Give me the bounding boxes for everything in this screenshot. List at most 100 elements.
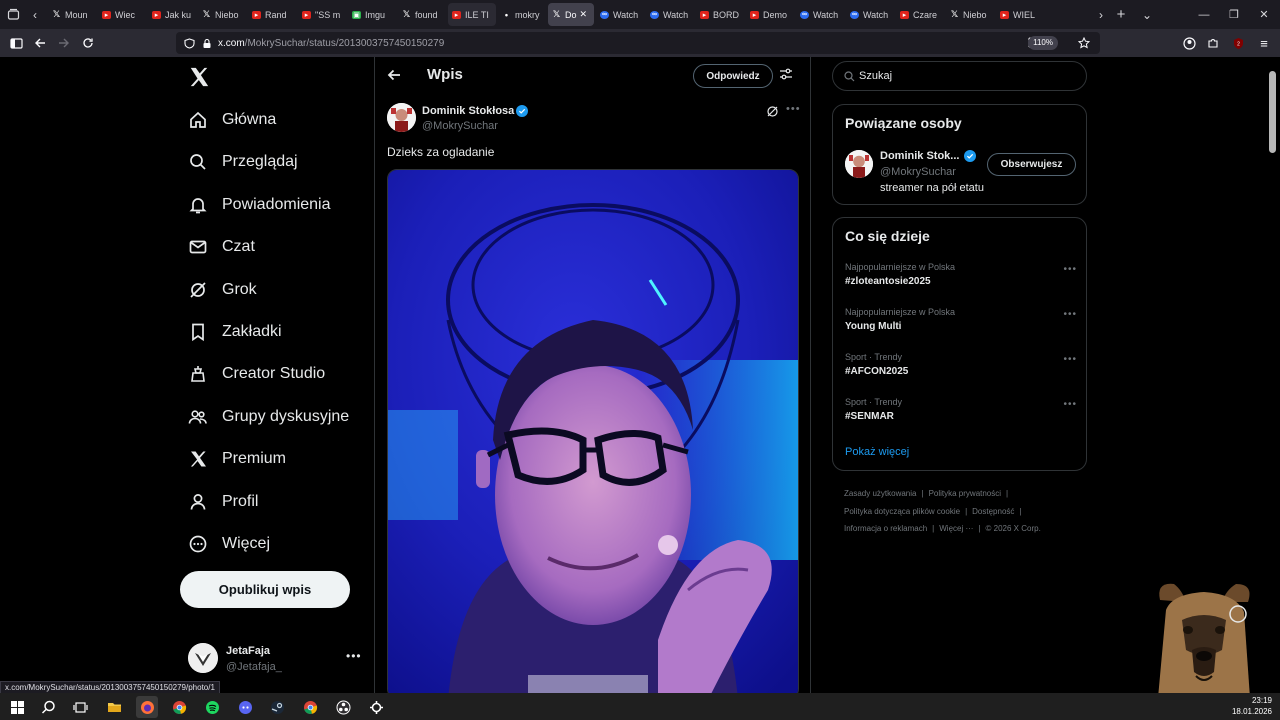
ublock-icon[interactable]: 2	[1226, 29, 1250, 57]
more-icon[interactable]: •••	[786, 103, 801, 115]
following-button[interactable]: Obserwujesz	[987, 153, 1076, 176]
search-input[interactable]: Szukaj	[832, 61, 1087, 91]
sidebar-toggle-icon[interactable]	[4, 29, 28, 57]
footer-link[interactable]: Więcej ···	[939, 524, 973, 533]
lock-icon[interactable]	[202, 38, 212, 49]
back-arrow-icon[interactable]	[385, 66, 403, 84]
footer-link[interactable]: Informacja o reklamach	[844, 524, 927, 533]
author-name[interactable]: Dominik Stokłosa	[422, 105, 514, 117]
scrollbar[interactable]	[1269, 71, 1276, 153]
extensions-icon[interactable]	[1201, 29, 1225, 57]
account-icon[interactable]	[1177, 29, 1201, 57]
browser-tab[interactable]: ∞ Watch	[846, 3, 894, 26]
browser-tab[interactable]: ▣ Imgu	[348, 3, 396, 26]
chevron-down-icon[interactable]: ⌄	[1134, 0, 1160, 29]
trend-item[interactable]: Najpopularniejsze w Polska #zloteantosie2…	[845, 262, 1077, 298]
steam-icon[interactable]	[266, 696, 288, 718]
more-icon[interactable]: •••	[1063, 264, 1077, 275]
nav-item-x-logo[interactable]: Premium	[188, 444, 286, 474]
scroll-tabs-left-icon[interactable]: ‹	[26, 0, 44, 29]
obs-icon[interactable]	[332, 696, 354, 718]
browser-tab[interactable]: 𝕏 Niebo	[198, 3, 246, 26]
footer-link[interactable]: Polityka prywatności	[929, 489, 1001, 498]
browser-tab[interactable]: ▸ BORD	[696, 3, 744, 26]
browser-tab[interactable]: 𝕏 Moun	[48, 3, 96, 26]
task-view-icon[interactable]	[69, 696, 91, 718]
account-switcher[interactable]: JetaFaja @Jetafaja_ •••	[188, 643, 368, 679]
author-handle[interactable]: @MokrySuchar	[422, 120, 498, 132]
browser-tab[interactable]: ▸ WIEL	[996, 3, 1044, 26]
reply-button[interactable]: Odpowiedz	[693, 64, 773, 88]
browser-tab[interactable]: ∞ Watch	[596, 3, 644, 26]
chrome-icon[interactable]	[299, 696, 321, 718]
show-more-link[interactable]: Pokaż więcej	[845, 446, 909, 458]
trend-item[interactable]: Sport · Trendy #AFCON2025 •••	[845, 352, 1077, 388]
restore-icon[interactable]: ❐	[1218, 0, 1250, 29]
close-window-icon[interactable]: ✕	[1248, 0, 1280, 29]
search-icon[interactable]	[37, 696, 59, 718]
app-icon[interactable]	[365, 696, 387, 718]
nav-item-profile[interactable]: Profil	[188, 487, 258, 517]
browser-tab[interactable]: ▸ Czare	[896, 3, 944, 26]
nav-item-creator-studio[interactable]: Creator Studio	[188, 359, 325, 389]
browser-tab[interactable]: ▸ "SS m	[298, 3, 346, 26]
windows-start-icon[interactable]	[6, 696, 28, 718]
avatar[interactable]	[387, 103, 416, 132]
spotify-icon[interactable]	[201, 696, 223, 718]
trend-item[interactable]: Najpopularniejsze w Polska Young Multi •••	[845, 307, 1077, 343]
more-icon[interactable]: •••	[1063, 399, 1077, 410]
nav-item-mail[interactable]: Czat	[188, 232, 255, 262]
sliders-icon[interactable]	[779, 67, 793, 81]
browser-tab[interactable]: • mokry	[498, 3, 546, 26]
avatar[interactable]	[845, 150, 873, 178]
nav-item-communities[interactable]: Grupy dyskusyjne	[188, 402, 349, 432]
minimize-icon[interactable]: —	[1188, 0, 1220, 29]
browser-tab[interactable]: ▸ Rand	[248, 3, 296, 26]
grok-icon[interactable]	[766, 105, 779, 118]
zoom-level-badge[interactable]: 110%	[1028, 36, 1058, 50]
browser-tab[interactable]: 𝕏 Niebo	[946, 3, 994, 26]
related-name[interactable]: Dominik Stok...	[880, 150, 959, 162]
chrome-icon[interactable]	[168, 696, 190, 718]
browser-tab[interactable]: ▸ Jak ku	[148, 3, 196, 26]
trend-item[interactable]: Sport · Trendy #SENMAR •••	[845, 397, 1077, 433]
browser-tab[interactable]: ∞ Watch	[796, 3, 844, 26]
bookmark-star-icon[interactable]	[1078, 37, 1090, 49]
tab-list-icon[interactable]	[0, 0, 26, 29]
nav-item-bookmark[interactable]: Zakładki	[188, 317, 282, 347]
discord-icon[interactable]	[234, 696, 256, 718]
shield-icon[interactable]	[184, 37, 195, 49]
nav-item-more-circle[interactable]: Więcej	[188, 529, 270, 559]
post-photo[interactable]	[387, 169, 799, 693]
more-icon[interactable]: •••	[1063, 309, 1077, 320]
browser-tab[interactable]: ▸ Demo	[746, 3, 794, 26]
nav-item-bell[interactable]: Powiadomienia	[188, 190, 331, 220]
firefox-icon[interactable]	[136, 696, 158, 718]
reload-icon[interactable]	[76, 29, 100, 57]
related-handle[interactable]: @MokrySuchar	[880, 166, 956, 178]
nav-item-search[interactable]: Przeglądaj	[188, 147, 298, 177]
file-explorer-icon[interactable]	[103, 696, 125, 718]
nav-item-home[interactable]: Główna	[188, 105, 276, 135]
x-logo-icon[interactable]	[188, 65, 210, 89]
more-icon[interactable]: •••	[1063, 354, 1077, 365]
browser-tab[interactable]: ▸ Wiec	[98, 3, 146, 26]
url-bar[interactable]: x.com/MokrySuchar/status/201300375745015…	[176, 32, 1100, 54]
new-tab-icon[interactable]: +	[1108, 0, 1134, 29]
system-clock[interactable]: 23:19 18.01.2026	[1232, 695, 1272, 717]
menu-icon[interactable]: ≡	[1252, 29, 1276, 57]
footer-link[interactable]: Polityka dotycząca plików cookie	[844, 507, 960, 516]
browser-tab[interactable]: ∞ Watch	[646, 3, 694, 26]
browser-tab[interactable]: 𝕏found	[398, 3, 446, 26]
nav-item-grok[interactable]: Grok	[188, 275, 257, 305]
post-button[interactable]: Opublikuj wpis	[180, 571, 350, 608]
browser-tab[interactable]: ▸ ILE TI	[448, 3, 496, 26]
back-icon[interactable]	[28, 29, 52, 57]
browser-tab[interactable]: 𝕏 Do ✕	[548, 3, 594, 26]
more-icon[interactable]: •••	[346, 649, 362, 663]
close-tab-icon[interactable]: ✕	[580, 9, 588, 20]
footer-link[interactable]: Dostępność	[972, 507, 1014, 516]
url-text[interactable]: x.com/MokrySuchar/status/201300375745015…	[218, 38, 444, 49]
forward-icon[interactable]	[52, 29, 76, 57]
footer-link[interactable]: Zasady użytkowania	[844, 489, 916, 498]
